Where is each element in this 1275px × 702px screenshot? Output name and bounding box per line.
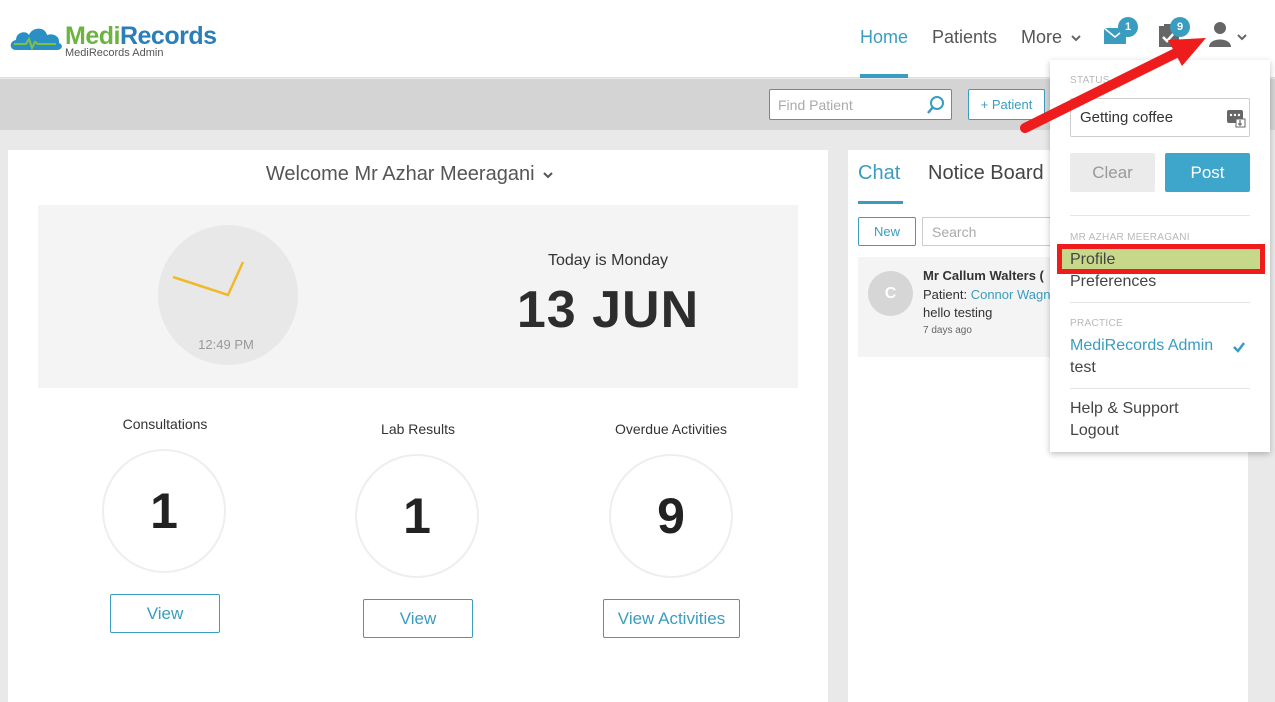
messages-button[interactable]: 1 (1103, 17, 1138, 51)
patient-link[interactable]: Connor Wagner (971, 287, 1050, 302)
practice-section-label: PRACTICE (1070, 318, 1123, 329)
logout-link[interactable]: Logout (1070, 422, 1119, 440)
nav-home-active-indicator (860, 74, 908, 78)
practice-link-medirecords-admin[interactable]: MediRecords Admin (1070, 337, 1213, 355)
view-activities-button[interactable]: View Activities (603, 599, 740, 638)
today-label: Today is Monday (547, 252, 669, 269)
dropdown-divider (1070, 302, 1250, 303)
tab-chat-active-indicator (858, 201, 903, 204)
nav-home[interactable]: Home (860, 27, 908, 48)
clear-status-button[interactable]: Clear (1070, 153, 1155, 192)
user-menu-button[interactable] (1208, 20, 1247, 53)
preferences-link[interactable]: Preferences (1070, 273, 1156, 291)
cloud-heartbeat-icon (10, 28, 62, 51)
welcome-heading[interactable]: Welcome Mr Azhar Meeragani (0, 163, 820, 186)
chevron-down-icon (1237, 34, 1247, 41)
post-status-button[interactable]: Post (1165, 153, 1250, 192)
status-field[interactable] (1070, 98, 1250, 137)
chat-search-input[interactable] (923, 218, 1043, 245)
add-patient-button[interactable]: + Patient (968, 89, 1045, 120)
find-patient-field[interactable] (769, 89, 952, 120)
consultations-count: 1 (102, 449, 226, 573)
emoji-picker-icon[interactable] (1226, 108, 1246, 128)
lab-results-label: Lab Results (381, 421, 455, 437)
lab-results-view-button[interactable]: View (363, 599, 473, 638)
avatar: C (868, 271, 913, 316)
patient-label: Patient: (923, 287, 971, 302)
consultations-view-button[interactable]: View (110, 594, 220, 633)
chat-message-patient: Patient: Connor Wagner (923, 287, 1050, 302)
checkmark-icon (1233, 342, 1245, 353)
dropdown-divider (1070, 215, 1250, 216)
today-date: 13 JUN (516, 281, 700, 339)
nav-more-label: More (1021, 27, 1063, 47)
tab-chat[interactable]: Chat (858, 162, 900, 185)
chat-search-field[interactable] (922, 217, 1050, 246)
logo-records-text: Records (119, 22, 217, 50)
consultations-label: Consultations (122, 416, 208, 432)
dropdown-divider (1070, 388, 1250, 389)
chevron-down-icon (543, 172, 553, 179)
welcome-title-text: Welcome Mr Azhar Meeragani (265, 163, 535, 185)
find-patient-input[interactable] (770, 90, 920, 119)
status-input[interactable] (1071, 99, 1221, 136)
overdue-activities-count: 9 (609, 454, 733, 578)
clock-time: 12:49 PM (198, 337, 254, 352)
lab-results-count: 1 (355, 454, 479, 578)
chevron-down-icon (1071, 35, 1081, 42)
user-icon (1209, 22, 1231, 47)
tasks-button[interactable]: 9 (1157, 17, 1190, 53)
search-icon[interactable] (926, 95, 946, 115)
messages-count-badge: 1 (1118, 17, 1138, 37)
profile-link[interactable]: Profile (1070, 251, 1115, 269)
help-support-link[interactable]: Help & Support (1070, 400, 1179, 418)
status-section-label: STATUS (1070, 75, 1110, 86)
new-chat-button[interactable]: New (858, 217, 916, 246)
logo-medi-text: Medi (65, 22, 120, 50)
tasks-count-badge: 9 (1170, 17, 1190, 37)
nav-patients[interactable]: Patients (932, 27, 997, 48)
tab-notice-board[interactable]: Notice Board (928, 162, 1050, 185)
medirecords-logo[interactable]: MediRecords MediRecords Admin (8, 18, 218, 62)
chat-message-sender: Mr Callum Walters ( (923, 268, 1044, 283)
nav-more[interactable]: More (1021, 27, 1082, 48)
logo-subtitle: MediRecords Admin (65, 47, 164, 59)
practice-link-test[interactable]: test (1070, 359, 1096, 377)
chat-message-time: 7 days ago (923, 325, 972, 336)
user-section-label: MR AZHAR MEERAGANI (1070, 232, 1190, 243)
overdue-activities-label: Overdue Activities (614, 421, 728, 437)
chat-message-text: hello testing (923, 305, 993, 320)
